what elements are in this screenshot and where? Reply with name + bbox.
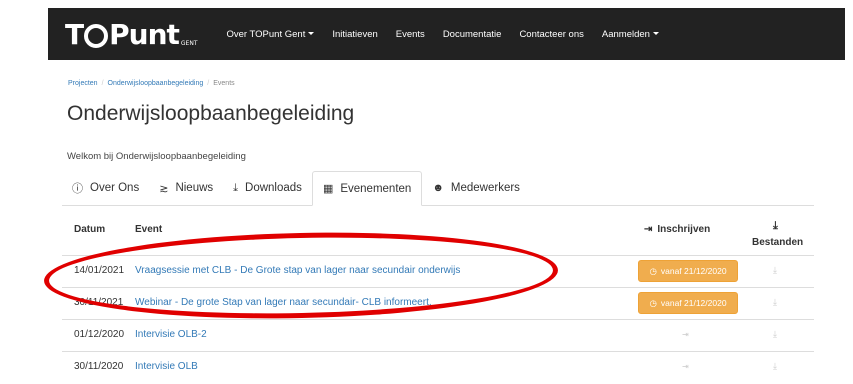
logo-text: Punt <box>109 17 180 51</box>
logo-letter: T <box>65 17 84 51</box>
event-link[interactable]: Vraagsessie met CLB - De Grote stap van … <box>135 265 460 276</box>
download-icon[interactable]: ⤓ <box>773 297 777 308</box>
table-row: 01/12/2020 Intervisie OLB-2 ⇥ ⤓ <box>62 319 814 352</box>
table-row: 30/11/2021 Webinar - De grote Stap van l… <box>62 287 814 320</box>
brand-logo[interactable]: T Punt GENT <box>65 18 197 51</box>
page-title: Onderwijsloopbaanbegeleiding <box>67 102 355 125</box>
nav-aanmelden[interactable]: Aanmelden <box>593 29 668 40</box>
breadcrumb-project[interactable]: Onderwijsloopbaanbegeleiding <box>108 80 204 87</box>
tab-label: Downloads <box>245 182 302 194</box>
welcome-text: Welkom bij Onderwijsloopbaanbegeleiding <box>67 151 246 162</box>
clock-icon: ◷ <box>649 297 657 308</box>
breadcrumb-projecten[interactable]: Projecten <box>68 80 98 87</box>
tab-evenementen[interactable]: ▦ Evenementen <box>311 171 423 206</box>
caret-down-icon <box>308 32 315 36</box>
nav-label: Documentatie <box>442 28 502 40</box>
column-header-signup: ⇥ Inschrijven <box>644 224 710 235</box>
navbar: T Punt GENT Over TOPunt Gent Initiatieven … <box>48 8 845 60</box>
signup-label: vanaf 21/12/2020 <box>660 266 727 276</box>
event-date: 01/12/2020 <box>74 329 125 340</box>
event-date: 30/11/2021 <box>74 297 124 308</box>
nav-label: Events <box>395 28 425 40</box>
nav-label: Initiatieven <box>332 28 378 40</box>
logo-subtitle: GENT <box>180 39 198 47</box>
top-header: T Punt GENT Over TOPunt Gent Initiatieven … <box>0 0 853 70</box>
sign-in-icon: ⇥ <box>682 362 689 371</box>
column-header-date: Datum <box>74 224 106 235</box>
download-icon[interactable]: ⤓ <box>773 329 777 340</box>
column-header-event: Event <box>135 224 163 235</box>
event-date: 30/11/2020 <box>74 361 124 372</box>
breadcrumb: Projecten / Onderwijsloopbaanbegeleiding / E… <box>68 80 235 87</box>
nav-contacteer[interactable]: Contacteer ons <box>510 29 592 40</box>
tab-downloads[interactable]: ⤓ Downloads <box>223 171 312 205</box>
event-link[interactable]: Intervisie OLB-2 <box>135 329 207 340</box>
tab-label: Over Ons <box>90 182 140 194</box>
table-row: 30/11/2020 Intervisie OLB ⇥ ⤓ <box>62 351 814 384</box>
users-icon: ☻ <box>432 182 444 194</box>
tab-nieuws[interactable]: ≳ Nieuws <box>149 171 223 205</box>
download-icon[interactable]: ⤓ <box>773 265 777 276</box>
tab-label: Evenementen <box>340 182 412 195</box>
signup-button[interactable]: ◷ vanaf 21/12/2020 <box>638 292 738 314</box>
sign-in-icon: ⇥ <box>682 330 689 339</box>
breadcrumb-separator: / <box>101 80 104 87</box>
breadcrumb-current: Events <box>213 80 235 87</box>
download-icon[interactable]: ⤓ <box>773 361 777 372</box>
download-icon: ⤓ <box>773 220 778 232</box>
column-header-files: Bestanden <box>752 237 804 248</box>
rss-icon: ≳ <box>159 182 169 195</box>
nav-documentatie[interactable]: Documentatie <box>434 29 511 40</box>
tab-label: Nieuws <box>175 182 214 194</box>
calendar-icon: ▦ <box>322 183 334 195</box>
event-link[interactable]: Intervisie OLB <box>135 361 198 372</box>
main-nav: Over TOPunt Gent Initiatieven Events Doc… <box>217 29 667 40</box>
table-row: 14/01/2021 Vraagsessie met CLB - De Grot… <box>62 255 814 288</box>
signup-label: vanaf 21/12/2020 <box>660 298 727 308</box>
tab-over-ons[interactable]: ⓘ Over Ons <box>62 171 149 205</box>
nav-events[interactable]: Events <box>387 29 434 40</box>
breadcrumb-separator: / <box>207 80 210 87</box>
column-header-signup-label: Inschrijven <box>657 224 711 235</box>
event-link[interactable]: Webinar - De grote Stap van lager naar s… <box>135 297 432 308</box>
download-icon: ⤓ <box>233 181 239 194</box>
logo-ring-icon <box>84 23 109 48</box>
event-date: 14/01/2021 <box>74 265 125 276</box>
tab-bar: ⓘ Over Ons ≳ Nieuws ⤓ Downloads ▦ Evenemente… <box>62 171 814 206</box>
nav-label: Aanmelden <box>601 28 650 40</box>
clock-icon: ◷ <box>649 265 657 276</box>
info-circle-icon: ⓘ <box>72 183 83 195</box>
tab-label: Medewerkers <box>450 182 520 194</box>
nav-initiatieven[interactable]: Initiatieven <box>323 29 386 40</box>
caret-down-icon <box>652 32 659 36</box>
tab-medewerkers[interactable]: ☻ Medewerkers <box>422 171 530 205</box>
nav-label: Over TOPunt Gent <box>226 28 306 40</box>
sign-in-icon: ⇥ <box>644 224 653 235</box>
nav-over-topunt[interactable]: Over TOPunt Gent <box>217 29 323 40</box>
signup-button[interactable]: ◷ vanaf 21/12/2020 <box>638 260 738 282</box>
nav-label: Contacteer ons <box>519 28 584 40</box>
